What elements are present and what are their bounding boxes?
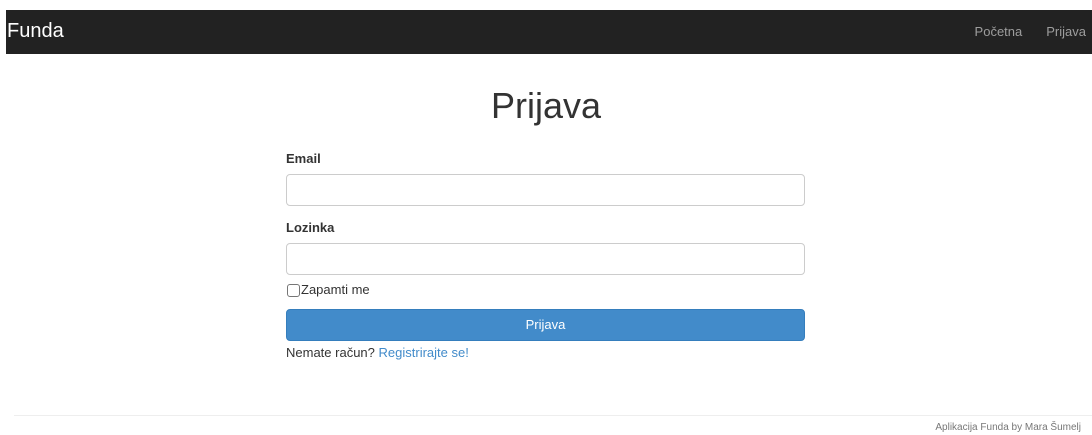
remember-me-label: Zapamti me <box>301 281 370 297</box>
page-title: Prijava <box>490 85 602 126</box>
navbar: Funda Početna Prijava <box>6 10 1092 54</box>
nav-links: Početna Prijava <box>975 10 1092 54</box>
email-label: Email <box>286 151 321 166</box>
password-label: Lozinka <box>286 220 335 235</box>
register-line: Nemate račun? Registrirajte se! <box>286 345 469 360</box>
page: Funda Početna Prijava Prijava Email Lozi… <box>0 0 1092 435</box>
remember-me-row: Zapamti me <box>286 281 370 297</box>
email-field[interactable] <box>286 174 805 206</box>
password-field[interactable] <box>286 243 805 275</box>
brand-link[interactable]: Funda <box>6 10 64 54</box>
nav-link-pocetna[interactable]: Početna <box>975 10 1023 54</box>
footer-credit: Aplikacija Funda by Mara Šumelj <box>935 422 1081 433</box>
register-link[interactable]: Registrirajte se! <box>379 345 469 360</box>
register-prompt: Nemate račun? <box>286 345 375 360</box>
nav-link-prijava[interactable]: Prijava <box>1046 10 1086 54</box>
login-button[interactable]: Prijava <box>286 309 805 341</box>
footer-divider <box>14 415 1092 416</box>
remember-me-checkbox[interactable] <box>287 284 300 297</box>
